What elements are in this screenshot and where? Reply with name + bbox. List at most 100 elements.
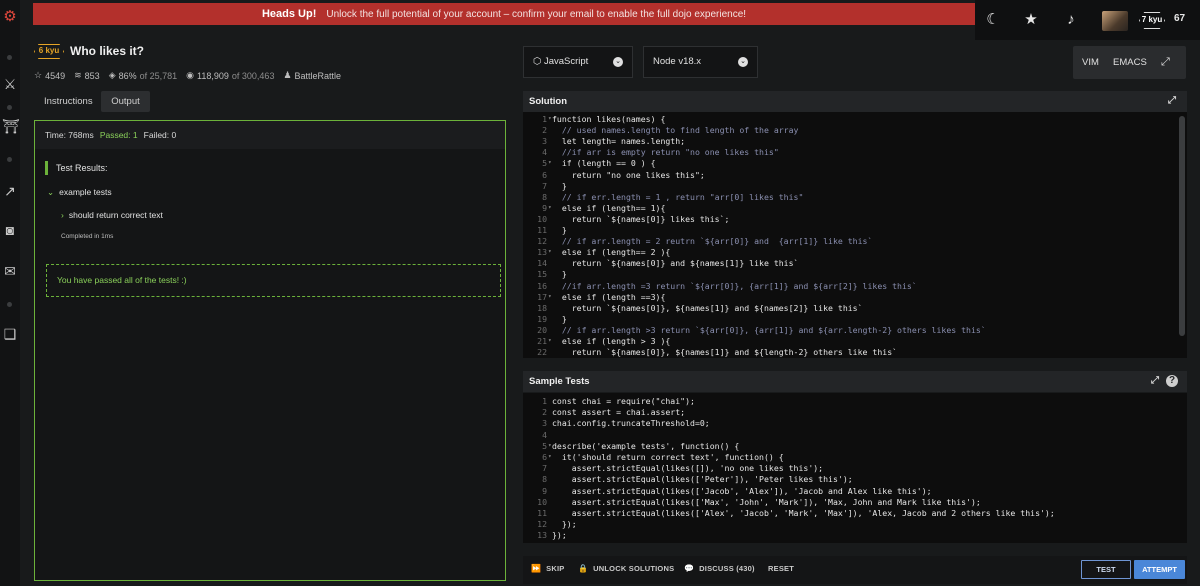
code-line: function likes(names) { — [552, 114, 666, 124]
line-number: 11 — [537, 508, 547, 518]
code-line: //if arr.length =3 return `${arr[0]}, {a… — [552, 280, 917, 291]
code-line: //if arr is empty return "no one likes t… — [552, 147, 779, 158]
skip-button[interactable]: ⏩ SKIP — [531, 564, 564, 573]
line-number: 11 — [537, 225, 547, 235]
test-button[interactable]: TEST — [1081, 560, 1131, 579]
test-group[interactable]: ⌄ example tests — [47, 187, 112, 198]
code-line: else if (length== 1){ — [552, 202, 666, 213]
solution-editor[interactable]: 1 ▾ function likes(names) {2 // used names… — [523, 112, 1187, 358]
code-line: return `${names[0]} and ${names[1]} like… — [552, 258, 799, 269]
nav-dot — [7, 55, 12, 60]
runtime-select[interactable]: Node v18.x ⌄ — [643, 46, 758, 78]
code-line: } — [552, 180, 567, 191]
line-number: 1 — [542, 396, 547, 406]
user-rank-badge: 7 kyu — [1139, 12, 1165, 29]
code-line: assert.strictEqual(likes(['Peter']), 'Pe… — [552, 474, 853, 485]
line-number: 6 — [542, 169, 547, 180]
chat-icon[interactable]: ✉ — [2, 263, 18, 279]
unlock-solutions-button[interactable]: 🔒 UNLOCK SOLUTIONS — [578, 564, 674, 573]
user-honor: 67 — [1174, 13, 1186, 24]
line-number: 9 — [542, 202, 547, 213]
docs-book-icon[interactable]: ❑ — [2, 326, 18, 342]
sample-tests-title: Sample Tests — [529, 376, 590, 387]
line-number: 14 — [537, 258, 547, 269]
discuss-button[interactable]: 💬 DISCUSS (430) — [684, 564, 755, 573]
code-line: let length= names.length; — [552, 136, 686, 147]
reset-button[interactable]: RESET — [768, 564, 794, 573]
satisfaction-total: of 25,781 — [139, 70, 178, 81]
line-number: 6 — [542, 452, 547, 462]
line-number: 3 — [542, 418, 547, 429]
code-line: } — [552, 269, 567, 280]
keymap-toggle: VIM EMACS ⤢ — [1073, 46, 1186, 79]
line-number: 8 — [542, 191, 547, 202]
help-icon[interactable]: ? — [1166, 375, 1178, 387]
line-number: 13 — [537, 530, 547, 541]
user-toolbar — [975, 0, 1200, 40]
author-name[interactable]: BattleRattle — [295, 71, 342, 81]
emacs-button[interactable]: EMACS — [1113, 46, 1147, 79]
test-case[interactable]: › should return correct text — [61, 210, 163, 220]
line-number: 21 — [537, 336, 547, 346]
passed-count: Passed: 1 — [99, 130, 138, 140]
line-number: 7 — [542, 180, 547, 191]
nav-dot — [7, 302, 12, 307]
line-number: 4 — [542, 429, 547, 440]
skip-label: SKIP — [546, 564, 565, 573]
satisfaction-rate: 86% — [118, 70, 137, 81]
completed-total: of 300,463 — [231, 70, 275, 81]
line-number: 5 — [542, 158, 547, 169]
discord-icon[interactable]: ◙ — [2, 222, 18, 238]
expand-icon[interactable]: ⤢ — [1166, 95, 1178, 107]
notifications-bell-icon[interactable]: ♪ — [1063, 12, 1079, 28]
practice-icon[interactable]: ⚔ — [2, 76, 18, 92]
leaderboard-icon[interactable]: ↗ — [2, 183, 18, 199]
avatar[interactable] — [1102, 11, 1128, 31]
expand-icon[interactable]: ⤢ — [1149, 375, 1161, 387]
code-line: }); — [552, 519, 577, 530]
code-line: assert.strictEqual(likes([]), 'no one li… — [552, 463, 824, 474]
chevron-down-icon: ⌄ — [613, 57, 623, 67]
collections-icon: ≋ — [74, 70, 82, 80]
codewars-logo-icon[interactable]: ⚙ — [2, 9, 18, 25]
fullscreen-icon[interactable]: ⤢ — [1161, 46, 1170, 79]
solution-title: Solution — [529, 96, 567, 107]
test-group-label: example tests — [59, 187, 112, 197]
language-select[interactable]: ⬡ JavaScript ⌄ — [523, 46, 633, 78]
attempt-button[interactable]: ATTEMPT — [1134, 560, 1185, 579]
dark-mode-moon-icon[interactable]: ☾ — [985, 12, 1001, 28]
tab-instructions[interactable]: Instructions — [34, 91, 103, 112]
tab-output[interactable]: Output — [101, 91, 150, 112]
skip-icon: ⏩ — [531, 564, 542, 573]
star-icon[interactable]: ☆ — [34, 70, 42, 81]
runtime-value: Node v18.x — [653, 56, 702, 67]
bookmark-icon[interactable]: ★ — [1023, 12, 1039, 28]
line-number: 19 — [537, 313, 547, 324]
line-number: 5 — [542, 440, 547, 451]
editor-scrollbar[interactable] — [1179, 116, 1185, 336]
sample-tests-editor[interactable]: 1 const chai = require("chai"); 2 const ass… — [523, 393, 1187, 543]
vim-button[interactable]: VIM — [1082, 46, 1099, 79]
dojo-icon[interactable]: ⛩ — [2, 118, 20, 134]
line-number: 15 — [537, 269, 547, 280]
left-nav-rail: ⚙ ⚔ ⛩ ↗ ◙ ✉ ❑ — [0, 0, 20, 586]
line-number: 22 — [537, 347, 547, 358]
line-number: 2 — [542, 125, 547, 136]
line-number: 10 — [537, 213, 547, 224]
chat-icon: 💬 — [684, 564, 695, 573]
author-icon: ♟ — [283, 70, 292, 80]
code-line: chai.config.truncateThreshold=0; — [552, 418, 710, 429]
lock-icon: 🔒 — [578, 564, 589, 573]
code-line: } — [552, 225, 567, 235]
line-number: 13 — [537, 247, 547, 258]
code-line: assert.strictEqual(likes(['Max', 'John',… — [552, 496, 981, 507]
code-line: assert.strictEqual(likes(['Jacob', 'Alex… — [552, 485, 932, 496]
code-line: return "no one likes this"; — [552, 169, 705, 180]
kata-rank-badge: 6 kyu — [34, 44, 64, 59]
code-line: else if (length > 3 ){ — [552, 336, 671, 346]
kata-title[interactable]: Who likes it? — [70, 44, 144, 58]
confirm-email-banner[interactable]: Heads Up! Unlock the full potential of yo… — [33, 3, 975, 25]
code-line: if (length == 0 ) { — [552, 158, 656, 169]
code-line: // if arr.length = 2 reutrn `${arr[0]} a… — [552, 236, 873, 247]
nav-dot — [7, 105, 12, 110]
